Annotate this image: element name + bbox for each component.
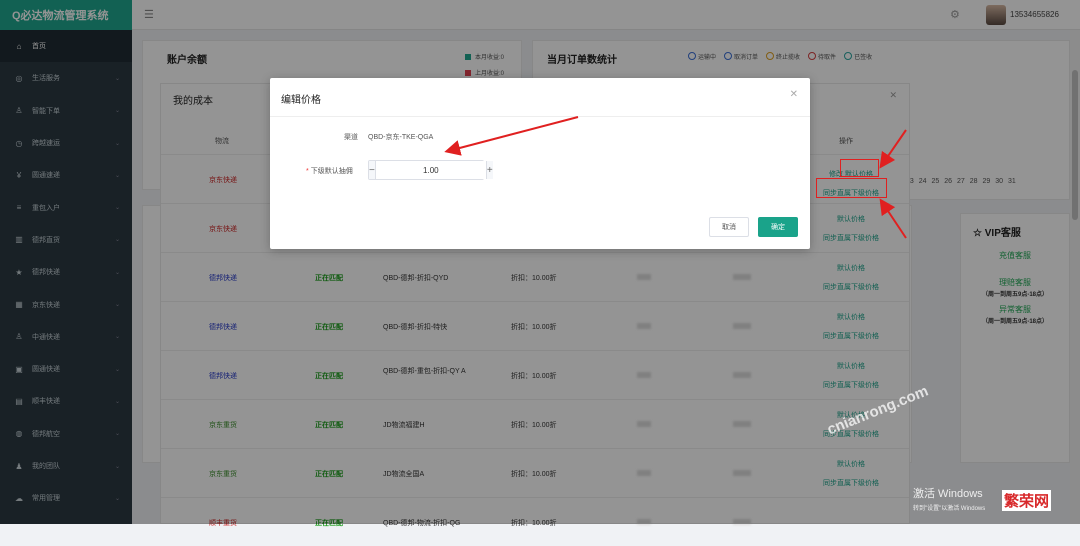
decrement-button[interactable]: − (369, 161, 376, 179)
modal-title: 编辑价格 (281, 95, 321, 106)
close-icon[interactable]: ✕ (790, 89, 798, 100)
required-mark: * (306, 168, 309, 175)
commission-stepper[interactable]: − + (368, 160, 493, 180)
windows-activation-hint: 转到"设置"以激活 Windows (913, 506, 986, 512)
windows-activation-notice: 激活 Windows 转到"设置"以激活 Windows (913, 485, 985, 512)
channel-value: QBD-京东-TKE-QGA (368, 134, 434, 141)
windows-activation-title: 激活 Windows (913, 488, 983, 500)
highlight-box-default (840, 159, 879, 177)
highlight-box-sync (816, 178, 887, 198)
commission-label: * 下级默认抽佣 (306, 168, 353, 175)
commission-input[interactable] (375, 161, 486, 179)
divider (270, 116, 810, 117)
brand-watermark: 繁荣网 (1002, 490, 1052, 511)
channel-label: 渠道 (344, 134, 358, 141)
increment-button[interactable]: + (485, 161, 493, 179)
cancel-button[interactable]: 取消 (709, 217, 749, 237)
confirm-button[interactable]: 确定 (758, 217, 798, 237)
edit-price-modal: 编辑价格 ✕ 渠道 QBD-京东-TKE-QGA *下级默认抽佣 − + 取消 … (270, 78, 810, 249)
